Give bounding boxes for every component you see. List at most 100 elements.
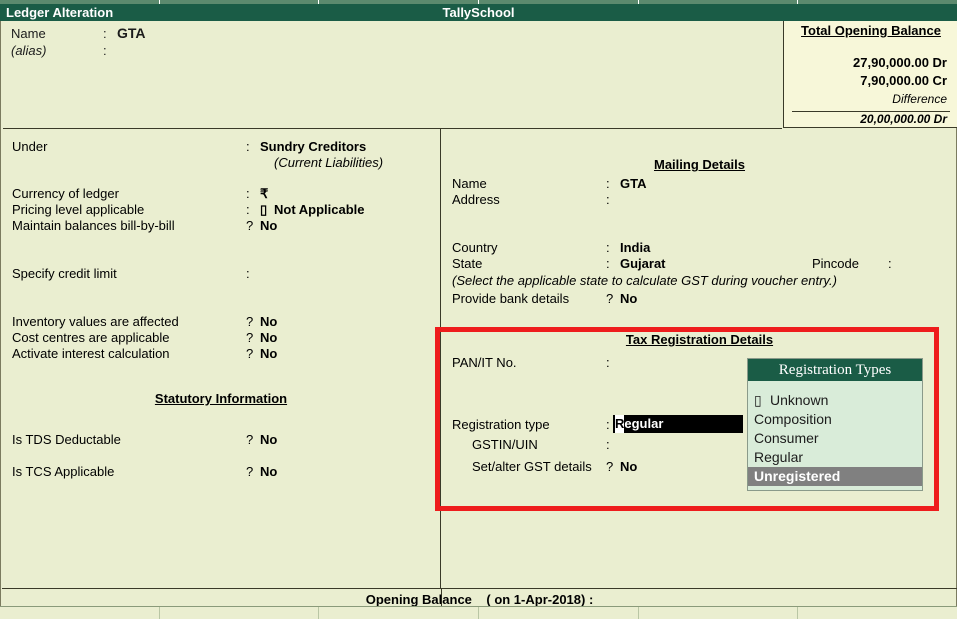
gstin-separator: : (606, 437, 610, 452)
mailing-name-value: GTA (620, 176, 647, 191)
total-opening-balance-title: Total Opening Balance (801, 23, 941, 38)
tax-registration-details-title: Tax Registration Details (625, 332, 774, 347)
dropdown-item-regular[interactable]: Regular (748, 448, 922, 467)
opening-balance-footer-date: ( on 1-Apr-2018) : (486, 592, 594, 607)
tds-separator: ? (246, 432, 254, 447)
registration-types-dropdown-title: Registration Types (748, 359, 922, 381)
registration-type-input-rest: egular (624, 416, 664, 431)
registration-type-label: Registration type (452, 417, 550, 432)
tally-ledger-alteration-window: TallySchool Ledger Alteration Name : GTA… (0, 0, 957, 619)
dropdown-item-label: Regular (754, 449, 804, 465)
country-label: Country (452, 240, 498, 255)
company-title: TallySchool (442, 5, 515, 20)
pricing-level-value: Not Applicable (274, 202, 365, 217)
opening-balance-divider (2, 588, 957, 589)
registration-type-caret: R (615, 415, 625, 433)
ledger-name-separator: : (103, 26, 107, 41)
bank-details-label: Provide bank details (452, 291, 570, 306)
dropdown-item-consumer[interactable]: Consumer (748, 429, 922, 448)
title-bar: TallySchool Ledger Alteration (0, 4, 957, 21)
opening-balance-debit: 27,90,000.00 Dr (853, 55, 947, 70)
state-gst-hint-text: (Select the applicable state to calculat… (452, 273, 837, 288)
cost-centres-separator: ? (246, 330, 254, 345)
dropdown-item-label: Composition (754, 411, 832, 427)
state-value: Gujarat (620, 256, 666, 271)
opening-balance-footer[interactable]: Opening Balance ( on 1-Apr-2018) : (1, 592, 957, 607)
statutory-information-title: Statutory Information (154, 391, 288, 406)
dropdown-item-label: Consumer (754, 430, 819, 446)
pan-separator: : (606, 355, 610, 370)
dropdown-item-composition[interactable]: Composition (748, 410, 922, 429)
cost-centres-label: Cost centres are applicable (12, 330, 170, 345)
tds-label: Is TDS Deductable (12, 432, 121, 447)
bottom-strip-segment[interactable] (639, 607, 799, 619)
set-alter-gst-separator: ? (606, 459, 614, 474)
currency-symbol-icon: ₹ (260, 186, 269, 201)
set-alter-gst-label: Set/alter GST details (472, 459, 592, 474)
dropdown-item-label: Unknown (770, 392, 829, 408)
bottom-strip-segment[interactable] (319, 607, 480, 619)
mailing-address-label: Address (452, 192, 500, 207)
country-value: India (620, 240, 651, 255)
tcs-separator: ? (246, 464, 254, 479)
bottom-button-strip (0, 606, 957, 619)
unknown-marker-icon: ▯ (754, 392, 762, 408)
bank-details-separator: ? (606, 291, 614, 306)
dropdown-item-label: Unregistered (754, 468, 841, 484)
mailing-address-separator: : (606, 192, 610, 207)
mailing-details-title: Mailing Details (653, 157, 746, 172)
cost-centres-value: No (260, 330, 278, 345)
bottom-strip-segment[interactable] (0, 607, 160, 619)
country-separator: : (606, 240, 610, 255)
interest-calculation-label: Activate interest calculation (12, 346, 170, 361)
under-value: Sundry Creditors (260, 139, 367, 154)
dropdown-item-unknown[interactable]: ▯ Unknown (748, 391, 922, 410)
registration-type-separator: : (606, 417, 610, 432)
inventory-values-value: No (260, 314, 278, 329)
pricing-level-separator: : (246, 202, 250, 217)
pricing-level-marker-icon: ▯ (260, 202, 268, 217)
registration-types-dropdown[interactable]: Registration Types ▯ Unknown Composition … (747, 358, 923, 491)
registration-type-input[interactable]: Regular (613, 415, 743, 433)
pincode-label: Pincode (812, 256, 859, 271)
credit-limit-label: Specify credit limit (12, 266, 117, 281)
bottom-strip-segment[interactable] (798, 607, 957, 619)
bill-by-bill-value: No (260, 218, 278, 233)
under-label: Under (12, 139, 48, 154)
dropdown-item-unregistered[interactable]: Unregistered (748, 467, 922, 486)
opening-balance-footer-label: Opening Balance (365, 592, 472, 607)
pan-label: PAN/IT No. (452, 355, 517, 370)
currency-separator: : (246, 186, 250, 201)
ledger-alias-separator: : (103, 43, 107, 58)
interest-calculation-separator: ? (246, 346, 254, 361)
main-body: Name : GTA (alias) : Total Opening Balan… (0, 21, 957, 619)
bottom-strip-segment[interactable] (160, 607, 320, 619)
pricing-level-label: Pricing level applicable (12, 202, 145, 217)
opening-balance-difference-label: Difference (892, 92, 947, 106)
inventory-values-label: Inventory values are affected (12, 314, 179, 329)
state-separator: : (606, 256, 610, 271)
set-alter-gst-value: No (620, 459, 638, 474)
bottom-strip-segment[interactable] (479, 607, 639, 619)
inventory-values-separator: ? (246, 314, 254, 329)
mailing-name-separator: : (606, 176, 610, 191)
screen-title: Ledger Alteration (6, 5, 114, 20)
bill-by-bill-separator: ? (246, 218, 254, 233)
registration-types-list: ▯ Unknown Composition Consumer Regular Un… (748, 381, 922, 486)
total-opening-balance-box: Total Opening Balance 27,90,000.00 Dr 7,… (783, 21, 957, 128)
opening-balance-difference-value: 20,00,000.00 Dr (860, 112, 947, 126)
state-label: State (452, 256, 483, 271)
pincode-separator: : (888, 256, 892, 271)
opening-balance-credit: 7,90,000.00 Cr (860, 73, 947, 88)
gstin-label: GSTIN/UIN (472, 437, 538, 452)
left-details-column: Under : Sundry Creditors (Current Liabil… (2, 129, 441, 588)
ledger-name-zone: Name : GTA (alias) : (1, 21, 783, 128)
ledger-name-value[interactable]: GTA (117, 25, 146, 41)
ledger-alias-label: (alias) (11, 43, 47, 58)
mailing-name-label: Name (452, 176, 487, 191)
currency-label: Currency of ledger (12, 186, 119, 201)
tcs-label: Is TCS Applicable (12, 464, 115, 479)
under-subgroup: (Current Liabilities) (274, 155, 384, 170)
credit-limit-separator: : (246, 266, 250, 281)
under-separator: : (246, 139, 250, 154)
